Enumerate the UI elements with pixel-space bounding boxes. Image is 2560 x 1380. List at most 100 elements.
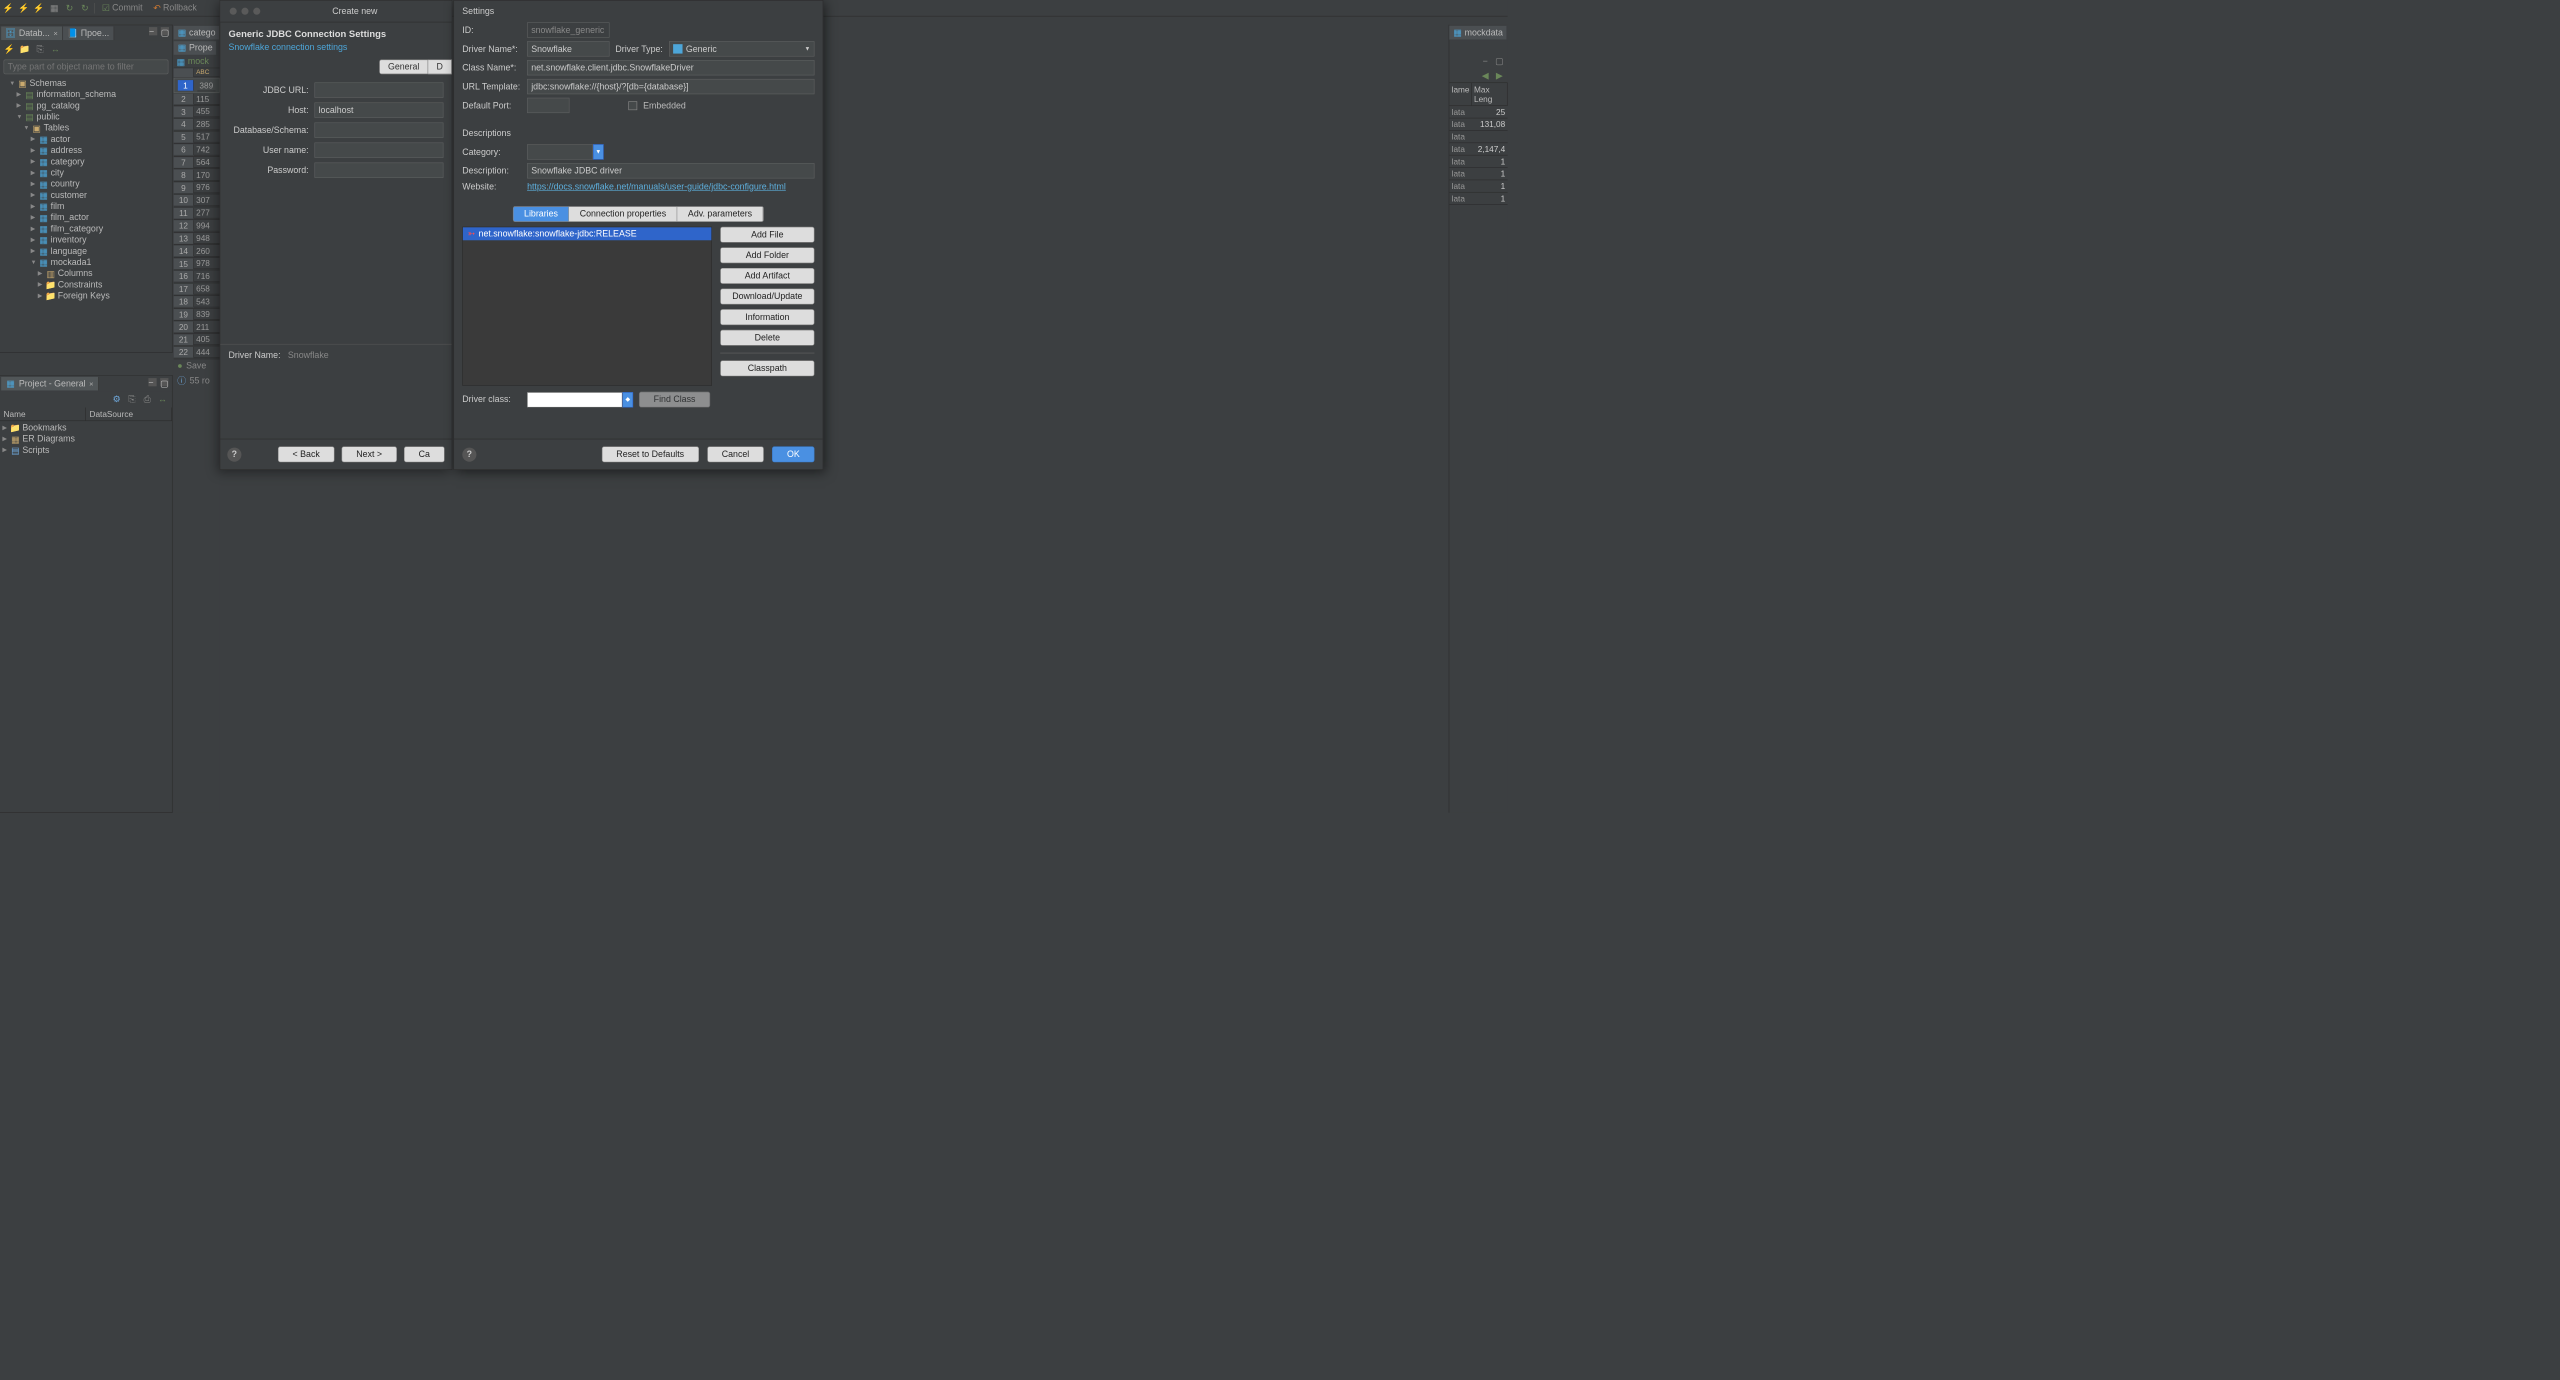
tab-properties[interactable]: ▦Prope (174, 41, 216, 55)
data-row[interactable]: lata1 (1449, 193, 1507, 205)
table-row[interactable]: ▶▦film (2, 201, 169, 212)
grid-row[interactable]: 14260 (174, 245, 220, 258)
data-row[interactable]: lata131,08 (1449, 118, 1507, 130)
password-input[interactable] (314, 163, 443, 178)
grid-row[interactable]: 19839 (174, 308, 220, 321)
paste-icon[interactable]: ⎙ (141, 393, 153, 405)
grid-row[interactable]: 12994 (174, 220, 220, 233)
sql-icon[interactable]: ▦ (48, 2, 60, 14)
copy-icon[interactable]: ⎘ (34, 43, 46, 55)
mac-min-icon[interactable] (241, 8, 248, 15)
tab-conn-props[interactable]: Connection properties (569, 207, 677, 222)
commit-button[interactable]: ☑Commit (98, 1, 146, 14)
table-row[interactable]: ▶▦language (2, 246, 169, 257)
grid-row[interactable]: 16716 (174, 270, 220, 283)
grid-row[interactable]: 2115 (174, 93, 220, 106)
table-row[interactable]: ▶▦customer (2, 190, 169, 201)
ok-button[interactable]: OK (772, 446, 814, 462)
class-name-input[interactable] (527, 60, 814, 75)
maximize-icon[interactable]: ▢ (160, 378, 168, 386)
delete-button[interactable]: Delete (720, 330, 814, 346)
driver-name-input[interactable] (527, 41, 609, 56)
proj-scripts[interactable]: ▶▤Scripts (2, 445, 169, 456)
table-row[interactable]: ▶▦film_actor (2, 212, 169, 223)
database-input[interactable] (314, 122, 443, 137)
driver-class-select[interactable]: ◆ (527, 392, 633, 407)
grid-row[interactable]: 15978 (174, 258, 220, 271)
link-icon[interactable]: ↔ (49, 43, 61, 55)
close-icon[interactable]: × (53, 29, 57, 38)
tab-general[interactable]: General (379, 59, 428, 74)
db-tree[interactable]: ▼▣Schemas ▶▤information_schema ▶▤pg_cata… (0, 77, 172, 303)
table-row[interactable]: ▼▦mockada1 (2, 257, 169, 268)
filter-input[interactable] (4, 59, 169, 74)
link-icon[interactable]: ↔ (157, 393, 169, 405)
tree-constraints[interactable]: ▶📁Constraints (2, 279, 169, 290)
website-link[interactable]: https://docs.snowflake.net/manuals/user-… (527, 182, 786, 192)
grid-row[interactable]: 22444 (174, 346, 220, 359)
tab-mockdata[interactable]: ▦mockdata (1449, 26, 1506, 40)
mac-close-icon[interactable] (230, 8, 237, 15)
grid-row[interactable]: 21405 (174, 334, 220, 347)
proj-bookmarks[interactable]: ▶📁Bookmarks (2, 422, 169, 433)
connect-icon[interactable]: ⚡ (4, 43, 16, 55)
data-row[interactable]: lata2,147,4 (1449, 143, 1507, 155)
table-row[interactable]: ▶▦address (2, 145, 169, 156)
reset-defaults-button[interactable]: Reset to Defaults (602, 446, 699, 462)
add-file-button[interactable]: Add File (720, 227, 814, 243)
grid-row[interactable]: 17658 (174, 283, 220, 296)
tree-columns[interactable]: ▶▥Columns (2, 268, 169, 279)
find-class-button[interactable]: Find Class (639, 392, 710, 408)
tab-driver[interactable]: D (428, 59, 451, 74)
data-row[interactable]: lata1 (1449, 180, 1507, 192)
maximize-icon[interactable]: ▢ (1493, 55, 1505, 67)
next-button[interactable]: Next > (342, 446, 397, 462)
description-input[interactable] (527, 163, 814, 178)
refresh2-icon[interactable]: ↻ (79, 2, 91, 14)
grid-row[interactable]: 13948 (174, 232, 220, 245)
minimize-icon[interactable]: − (1479, 55, 1491, 67)
table-row[interactable]: ▶▦country (2, 178, 169, 189)
col-name[interactable]: Name (0, 408, 86, 421)
data-row[interactable]: lata1 (1449, 168, 1507, 180)
grid-row[interactable]: 9976 (174, 182, 220, 195)
classpath-button[interactable]: Classpath (720, 360, 814, 376)
gear-icon[interactable]: ⚙ (111, 393, 123, 405)
rollback-button[interactable]: ↶Rollback (150, 1, 201, 14)
mac-max-icon[interactable] (253, 8, 260, 15)
proj-diagrams[interactable]: ▶▦ER Diagrams (2, 433, 169, 444)
information-button[interactable]: Information (720, 309, 814, 325)
plug-icon[interactable]: ⚡ (2, 2, 14, 14)
grid-row[interactable]: 3455 (174, 106, 220, 119)
plug-err-icon[interactable]: ⚡ (33, 2, 45, 14)
tab-libraries[interactable]: Libraries (513, 207, 569, 222)
table-row[interactable]: ▶▦category (2, 156, 169, 167)
grid-row[interactable]: 6742 (174, 144, 220, 157)
tab-project[interactable]: ▦Project - General× (1, 377, 99, 391)
data-row[interactable]: lata1 (1449, 155, 1507, 167)
tab-database[interactable]: 🗄Datab...× (1, 26, 63, 40)
embedded-checkbox[interactable] (628, 101, 637, 110)
grid-row[interactable]: 4285 (174, 118, 220, 131)
tab-adv-params[interactable]: Adv. parameters (677, 207, 763, 222)
table-row[interactable]: ▶▦film_category (2, 223, 169, 234)
data-row[interactable]: lata (1449, 131, 1507, 143)
cancel-button[interactable]: Ca (404, 446, 445, 462)
library-item[interactable]: ➳net.snowflake:snowflake-jdbc:RELEASE (463, 227, 712, 240)
jdbc-url-input[interactable] (314, 82, 443, 97)
add-artifact-button[interactable]: Add Artifact (720, 268, 814, 284)
username-input[interactable] (314, 143, 443, 158)
default-port-input[interactable] (527, 98, 569, 113)
library-list[interactable]: ➳net.snowflake:snowflake-jdbc:RELEASE (462, 227, 712, 386)
url-template-input[interactable] (527, 79, 814, 94)
minimize-icon[interactable]: − (149, 27, 157, 35)
table-row[interactable]: ▶▦actor (2, 134, 169, 145)
plug-add-icon[interactable]: ⚡ (18, 2, 30, 14)
add-folder-button[interactable]: Add Folder (720, 247, 814, 263)
grid-row[interactable]: 7564 (174, 156, 220, 169)
col-datasource[interactable]: DataSource (86, 408, 172, 421)
prev-icon[interactable]: ◀ (1479, 69, 1491, 81)
help-icon[interactable]: ? (462, 447, 476, 461)
next-icon[interactable]: ▶ (1493, 69, 1505, 81)
tree-foreignkeys[interactable]: ▶📁Foreign Keys (2, 290, 169, 301)
